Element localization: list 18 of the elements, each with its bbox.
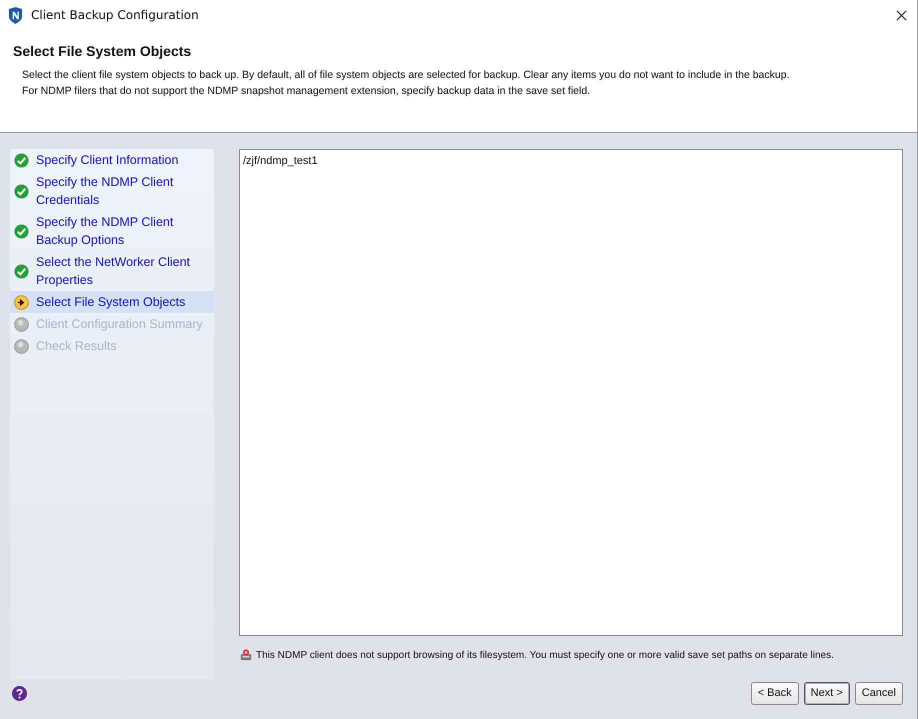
description-text: For NDMP filers that do not support the NDMP snapshot management extension, specify backup data in the save set field. [22, 84, 592, 99]
page-heading: Select File System Objects [13, 43, 192, 59]
warning-message: This NDMP client does not support browsing of its filesystem. You must specify one or more valid save set paths on separate lines. [256, 650, 834, 660]
step-item[interactable]: Specify Client Information [10, 149, 214, 171]
step-item[interactable]: Specify the NDMP Client Credentials [10, 171, 214, 211]
error-icon [240, 649, 252, 661]
app-logo-icon [8, 6, 23, 24]
step-item[interactable]: Select the NetWorker Client Properties [10, 251, 214, 291]
step-item[interactable]: Specify the NDMP Client Backup Options [10, 211, 214, 251]
wizard-button[interactable]: Cancel [854, 682, 903, 704]
description-text: Select the client file system objects to back up. By default, all of file system objects are selected for backup. Clear any items you do not want to include in the backup. [22, 68, 790, 83]
wizard-button[interactable]: Next > [804, 682, 850, 704]
step-item[interactable]: Select File System Objects [10, 291, 214, 313]
close-icon[interactable] [896, 10, 907, 20]
help-icon[interactable] [12, 686, 27, 700]
save-set-field[interactable]: /zjf/ndmp_test1 [239, 149, 903, 636]
wizard-button[interactable]: < Back [750, 682, 799, 704]
window-title: Client Backup Configuration [31, 8, 199, 22]
